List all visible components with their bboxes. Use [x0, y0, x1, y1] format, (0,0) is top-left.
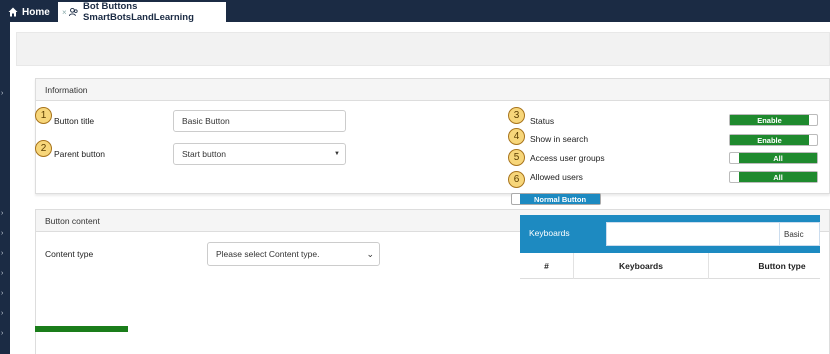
step-badge-3: 3 — [508, 107, 525, 124]
step-badge-4: 4 — [508, 128, 525, 145]
sidebar-chevron-icon[interactable]: › — [1, 90, 3, 97]
tab-bot-buttons[interactable]: × Bot Buttons SmartBotsLandLearning — [58, 1, 226, 23]
step-badge-6: 6 — [508, 171, 525, 188]
step-badge-1: 1 — [35, 107, 52, 124]
show-in-search-toggle[interactable]: Enable — [729, 134, 818, 146]
parent-button-select[interactable]: Start button ▼ — [173, 143, 346, 165]
show-in-search-label: Show in search — [530, 134, 589, 144]
allowed-users-toggle[interactable]: All — [729, 171, 818, 183]
sidebar-chevron-icon[interactable]: › — [1, 270, 3, 277]
sidebar-chevron-icon[interactable]: › — [1, 230, 3, 237]
information-card: Information — [35, 78, 830, 194]
sidebar-chevron-icon[interactable]: › — [1, 250, 3, 257]
column-header-keyboards: Keyboards — [619, 261, 663, 271]
tab-close-icon[interactable]: × — [62, 8, 67, 17]
sidebar-chevron-icon[interactable]: › — [1, 310, 3, 317]
tab-home-label: Home — [22, 6, 50, 18]
show-in-search-toggle-value: Enable — [730, 135, 809, 145]
content-type-label: Content type — [45, 249, 94, 259]
normal-button-toggle[interactable]: Normal Button — [511, 193, 601, 205]
chevron-down-icon: ⌄ — [366, 248, 374, 259]
tab-active-label: Bot Buttons SmartBotsLandLearning — [83, 1, 194, 23]
keyboards-title: Keyboards — [529, 228, 570, 238]
users-icon — [68, 7, 78, 16]
keyboard-type-select[interactable]: Basic — [779, 222, 820, 246]
submit-button[interactable] — [35, 326, 128, 332]
column-header-index: # — [544, 261, 549, 271]
sidebar-collapsed: › › › › › › › › — [0, 22, 10, 354]
sidebar-chevron-icon[interactable]: › — [1, 330, 3, 337]
page-banner — [16, 32, 830, 66]
button-title-input[interactable]: Basic Button — [173, 110, 346, 132]
parent-button-label: Parent button — [54, 149, 106, 159]
step-badge-5: 5 — [508, 149, 525, 166]
access-user-groups-toggle[interactable]: All — [729, 152, 818, 164]
button-title-label: Button title — [54, 116, 95, 126]
sidebar-chevron-icon[interactable]: › — [1, 290, 3, 297]
allowed-users-toggle-value: All — [739, 172, 817, 182]
allowed-users-label: Allowed users — [530, 172, 583, 182]
keyboards-panel: Keyboards Basic — [520, 215, 820, 253]
access-user-groups-toggle-value: All — [739, 153, 817, 163]
keyboard-name-input[interactable] — [606, 222, 780, 246]
home-icon — [8, 7, 18, 17]
normal-button-toggle-value: Normal Button — [520, 194, 600, 204]
main-content: Information Button content — [10, 22, 830, 354]
step-badge-2: 2 — [35, 140, 52, 157]
keyboards-table-header: # Keyboards Button type — [520, 253, 820, 279]
status-toggle-value: Enable — [730, 115, 809, 125]
tab-home[interactable]: Home — [8, 4, 50, 20]
status-toggle[interactable]: Enable — [729, 114, 818, 126]
dropdown-arrow-icon: ▼ — [334, 151, 340, 157]
column-header-button-type: Button type — [758, 261, 806, 271]
parent-button-value: Start button — [182, 149, 226, 159]
content-type-value: Please select Content type. — [216, 249, 320, 259]
top-tab-bar: Home × Bot Buttons SmartBotsLandLearning — [0, 0, 830, 23]
access-user-groups-label: Access user groups — [530, 153, 605, 163]
status-label: Status — [530, 116, 555, 126]
information-header: Information — [36, 79, 829, 101]
content-type-select[interactable]: Please select Content type. ⌄ — [207, 242, 380, 266]
sidebar-chevron-icon[interactable]: › — [1, 210, 3, 217]
